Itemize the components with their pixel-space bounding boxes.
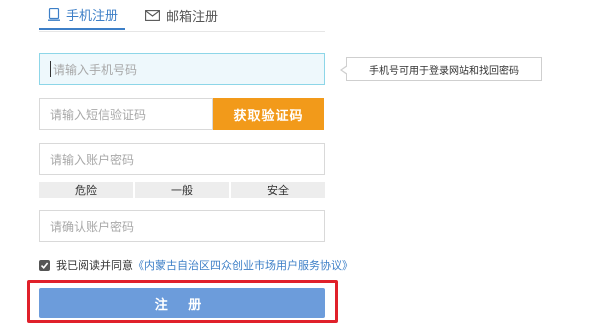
tab-email-label: 邮箱注册: [166, 9, 219, 25]
strength-level-medium: 一般: [135, 182, 229, 198]
phone-icon: [48, 7, 60, 21]
phone-input[interactable]: 请输入手机号码: [39, 53, 325, 85]
agreement-row: 我已阅读并同意 《内蒙古自治区四众创业市场用户服务协议》: [39, 257, 353, 273]
get-code-button[interactable]: 获取验证码: [213, 98, 324, 130]
strength-level-danger: 危险: [39, 182, 133, 198]
register-form: 手机注册 邮箱注册 请输入手机号码 手机号可用于登录网站和找回密码 请输入短信验…: [0, 0, 600, 327]
text-caret: [50, 61, 51, 77]
phone-input-placeholder: 请输入手机号码: [53, 62, 138, 77]
password-strength-meter: 危险 一般 安全: [39, 182, 325, 198]
get-code-label: 获取验证码: [233, 108, 304, 124]
tabs-divider: [39, 31, 325, 32]
strength-level-safe: 安全: [231, 182, 325, 198]
agreement-checkbox[interactable]: [39, 259, 50, 271]
confirm-password-placeholder: 请确认账户密码: [50, 219, 135, 234]
phone-hint-tooltip: 手机号可用于登录网站和找回密码: [340, 57, 542, 81]
tab-email-register[interactable]: 邮箱注册: [145, 0, 218, 30]
agreement-link[interactable]: 《内蒙古自治区四众创业市场用户服务协议》: [133, 257, 353, 273]
sms-code-input[interactable]: 请输入短信验证码: [39, 98, 213, 130]
phone-hint-text: 手机号可用于登录网站和找回密码: [369, 65, 519, 77]
register-label: 注 册: [154, 297, 210, 313]
checkmark-icon: [40, 261, 49, 269]
register-button[interactable]: 注 册: [39, 288, 325, 318]
confirm-password-input[interactable]: 请确认账户密码: [39, 210, 325, 242]
password-placeholder: 请输入账户密码: [50, 152, 135, 167]
agreement-text: 我已阅读并同意: [56, 259, 133, 272]
tab-phone-register[interactable]: 手机注册: [39, 0, 125, 30]
sms-code-placeholder: 请输入短信验证码: [50, 107, 147, 122]
envelope-icon: [145, 9, 160, 21]
tab-phone-label: 手机注册: [66, 8, 119, 24]
password-input[interactable]: 请输入账户密码: [39, 143, 325, 175]
